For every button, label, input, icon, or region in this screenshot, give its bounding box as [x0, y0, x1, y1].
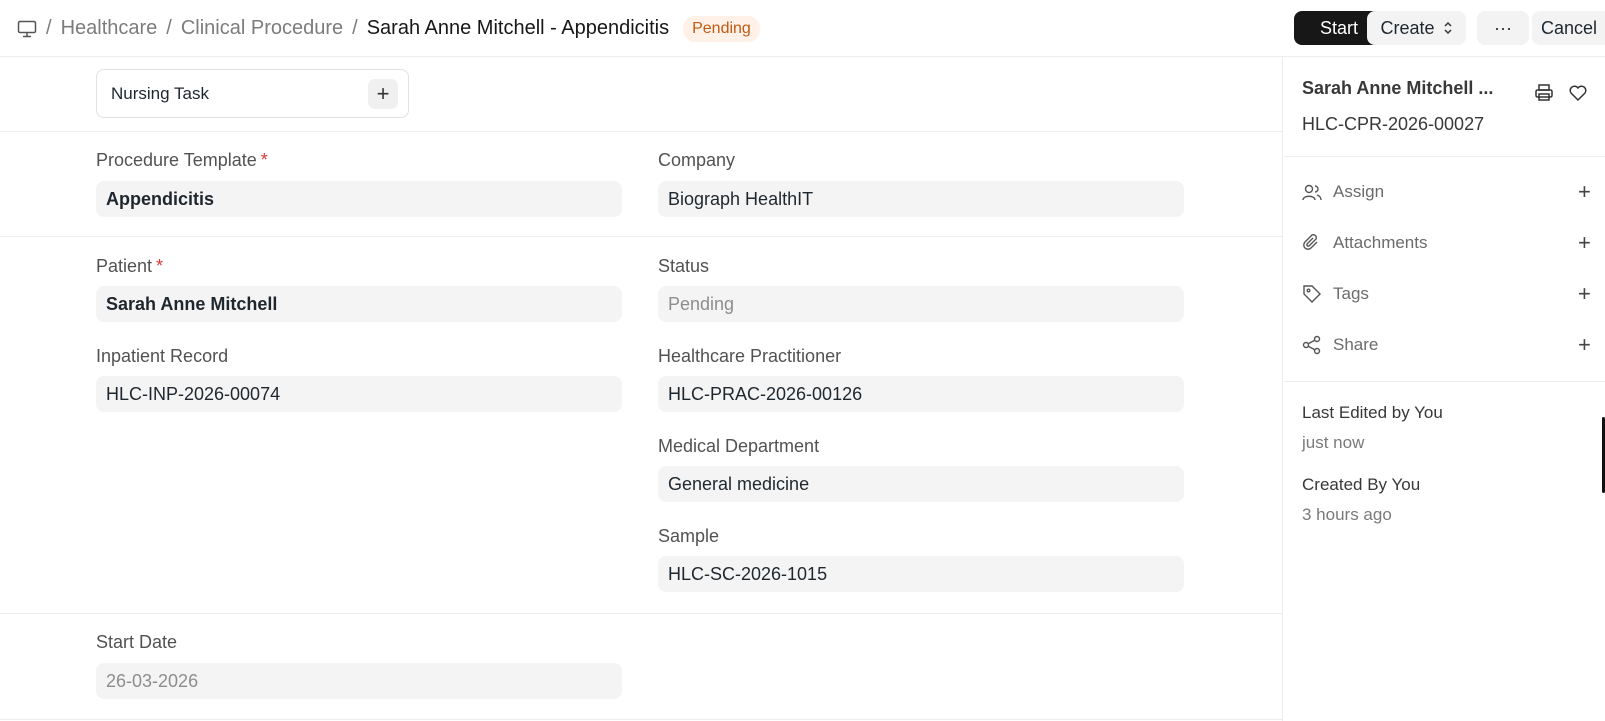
- nursing-task-card: Nursing Task +: [96, 69, 409, 118]
- sidebar-item-tags[interactable]: Tags +: [1302, 279, 1605, 309]
- add-tag-icon[interactable]: +: [1578, 281, 1591, 307]
- patient-label: Patient *: [96, 256, 164, 276]
- healthcare-practitioner-field[interactable]: HLC-PRAC-2026-00126: [658, 376, 1184, 412]
- sidebar-divider: [1284, 156, 1605, 157]
- sidebar-item-label: Share: [1333, 335, 1379, 354]
- procedure-template-field[interactable]: Appendicitis: [96, 181, 622, 217]
- updown-chevron-icon: [1443, 20, 1453, 36]
- status-field: Pending: [658, 286, 1184, 322]
- created-by-label: Created By You: [1302, 475, 1421, 494]
- company-label: Company: [658, 150, 736, 170]
- nursing-task-label: Nursing Task: [111, 83, 209, 103]
- sidebar-item-assign[interactable]: Assign +: [1302, 177, 1605, 207]
- start-date-label: Start Date: [96, 632, 178, 652]
- create-label: Create: [1380, 17, 1435, 38]
- patient-field[interactable]: Sarah Anne Mitchell: [96, 286, 622, 322]
- breadcrumb-healthcare[interactable]: Healthcare: [61, 17, 158, 40]
- medical-department-field[interactable]: General medicine: [658, 466, 1184, 502]
- sidebar-title: Sarah Anne Mitchell ...: [1302, 78, 1494, 98]
- create-button[interactable]: Create: [1367, 11, 1466, 45]
- sidebar-item-label: Attachments: [1333, 233, 1428, 252]
- heart-icon[interactable]: [1568, 83, 1588, 103]
- company-field[interactable]: Biograph HealthIT: [658, 181, 1184, 217]
- form-sidebar: Sarah Anne Mitchell ... HLC-CPR-2026-000…: [1284, 57, 1605, 721]
- top-bar: / Healthcare / Clinical Procedure / Sara…: [0, 0, 1605, 57]
- printer-icon[interactable]: [1534, 83, 1554, 103]
- sidebar-item-share[interactable]: Share +: [1302, 330, 1605, 360]
- breadcrumb-separator: /: [46, 17, 52, 39]
- tag-icon: [1302, 284, 1324, 304]
- sidebar-item-label: Tags: [1333, 284, 1369, 303]
- breadcrumb: / Healthcare / Clinical Procedure / Sara…: [17, 0, 760, 57]
- sidebar-item-label: Assign: [1333, 182, 1385, 201]
- sidebar-divider: [1284, 381, 1605, 382]
- users-icon: [1302, 183, 1324, 201]
- form-main: Nursing Task + Procedure Template * Appen…: [0, 57, 1283, 721]
- add-share-icon[interactable]: +: [1578, 332, 1591, 358]
- status-label: Status: [658, 256, 710, 276]
- add-nursing-task-button[interactable]: +: [368, 79, 398, 109]
- sidebar-item-attachments[interactable]: Attachments +: [1302, 228, 1605, 258]
- section-divider: [0, 236, 1283, 237]
- status-badge: Pending: [683, 15, 760, 42]
- last-edited-label: Last Edited by You: [1302, 403, 1443, 422]
- breadcrumb-clinical-procedure[interactable]: Clinical Procedure: [181, 17, 343, 40]
- sample-label: Sample: [658, 526, 720, 546]
- breadcrumb-separator: /: [166, 17, 172, 39]
- page-title: Sarah Anne Mitchell - Appendicitis: [366, 17, 670, 39]
- healthcare-practitioner-label: Healthcare Practitioner: [658, 346, 842, 366]
- medical-department-label: Medical Department: [658, 436, 820, 456]
- sidebar-doc-id: HLC-CPR-2026-00027: [1302, 114, 1485, 134]
- inpatient-record-field[interactable]: HLC-INP-2026-00074: [96, 376, 622, 412]
- share-icon: [1302, 335, 1324, 355]
- more-actions-button[interactable]: ···: [1477, 11, 1529, 45]
- start-date-field[interactable]: 26-03-2026: [96, 663, 622, 699]
- procedure-template-label: Procedure Template *: [96, 150, 268, 170]
- sidebar-icon-row: [1534, 83, 1588, 103]
- created-time: 3 hours ago: [1302, 505, 1392, 524]
- last-edited-time: just now: [1302, 433, 1365, 452]
- section-divider: [0, 613, 1283, 614]
- section-divider: [0, 719, 1283, 720]
- desktop-icon[interactable]: [17, 20, 37, 38]
- paperclip-icon: [1302, 233, 1324, 253]
- cancel-button[interactable]: Cancel: [1532, 11, 1605, 45]
- add-attachment-icon[interactable]: +: [1578, 230, 1591, 256]
- breadcrumb-separator: /: [352, 17, 358, 39]
- section-divider: [0, 131, 1283, 132]
- inpatient-record-label: Inpatient Record: [96, 346, 229, 366]
- add-assign-icon[interactable]: +: [1578, 179, 1591, 205]
- sample-field[interactable]: HLC-SC-2026-1015: [658, 556, 1184, 592]
